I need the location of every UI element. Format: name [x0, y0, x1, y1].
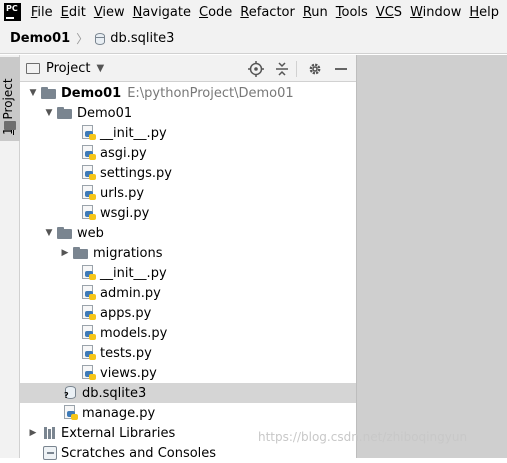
tree-node-label: models.py: [100, 325, 168, 341]
python-file-icon: [82, 125, 96, 141]
tree-node-file[interactable]: models.py: [20, 323, 356, 343]
tree-node-label: __init__.py: [100, 125, 167, 141]
folder-icon: [73, 247, 88, 259]
project-panel: Project ▼ ▼ Demo01 E:\pythonProject\Demo…: [20, 55, 356, 461]
menu-vcs[interactable]: VCS: [376, 5, 409, 20]
tree-node-scratches[interactable]: Scratches and Consoles: [20, 443, 356, 463]
menu-help[interactable]: Help: [469, 5, 506, 20]
tree-node-label: db.sqlite3: [82, 385, 147, 401]
breadcrumb: Demo01 〉 db.sqlite3: [0, 24, 507, 54]
project-path: E:\pythonProject\Demo01: [127, 85, 294, 101]
python-file-icon: [64, 405, 78, 421]
library-icon: [43, 427, 57, 439]
chevron-right-icon[interactable]: ▶: [27, 428, 39, 438]
tree-node-label: External Libraries: [61, 425, 176, 441]
tree-node-file[interactable]: __init__.py: [20, 263, 356, 283]
menu-bar: PC File Edit View Navigate Code Refactor…: [0, 0, 507, 24]
gear-icon[interactable]: [307, 61, 323, 77]
database-icon: [94, 32, 106, 46]
minimize-icon[interactable]: [333, 61, 349, 77]
tree-node-db-file[interactable]: ? db.sqlite3: [20, 383, 356, 403]
tree-node-migrations[interactable]: ▶ migrations: [20, 243, 356, 263]
tree-node-label: settings.py: [100, 165, 172, 181]
folder-icon: [57, 227, 72, 239]
menu-edit[interactable]: Edit: [61, 5, 93, 20]
menu-tools[interactable]: Tools: [336, 5, 375, 20]
tree-node-file[interactable]: asgi.py: [20, 143, 356, 163]
python-file-icon: [82, 305, 96, 321]
target-icon[interactable]: [248, 61, 264, 77]
chevron-down-icon[interactable]: ▼: [43, 228, 55, 238]
breadcrumb-separator: 〉: [76, 32, 89, 46]
chevron-down-icon[interactable]: ▼: [43, 108, 55, 118]
python-file-icon: [82, 265, 96, 281]
tree-node-label: tests.py: [100, 345, 152, 361]
folder-icon: [41, 87, 56, 99]
tree-node-label: admin.py: [100, 285, 161, 301]
breadcrumb-project[interactable]: Demo01: [10, 31, 70, 46]
project-view-selector[interactable]: Project: [46, 61, 90, 76]
tree-node-file[interactable]: settings.py: [20, 163, 356, 183]
menu-view[interactable]: View: [94, 5, 132, 20]
tree-node-label: views.py: [100, 365, 157, 381]
tree-node-root[interactable]: ▼ Demo01 E:\pythonProject\Demo01: [20, 83, 356, 103]
menu-run[interactable]: Run: [303, 5, 335, 20]
menu-window[interactable]: Window: [410, 5, 468, 20]
chevron-down-icon[interactable]: ▼: [27, 88, 39, 98]
tree-node-file[interactable]: tests.py: [20, 343, 356, 363]
python-file-icon: [82, 145, 96, 161]
chevron-down-icon[interactable]: ▼: [96, 63, 104, 74]
tree-node-label: wsgi.py: [100, 205, 150, 221]
breadcrumb-file[interactable]: db.sqlite3: [110, 31, 174, 46]
tree-node-file[interactable]: apps.py: [20, 303, 356, 323]
tree-node-file[interactable]: admin.py: [20, 283, 356, 303]
menu-navigate[interactable]: Navigate: [133, 5, 198, 20]
python-file-icon: [82, 205, 96, 221]
menu-code[interactable]: Code: [199, 5, 239, 20]
tree-node-label: web: [77, 225, 104, 241]
menu-file[interactable]: File: [31, 5, 60, 20]
python-file-icon: [82, 165, 96, 181]
watermark: https://blog.csdn.net/zhiboqingyun: [258, 430, 468, 444]
collapse-all-icon[interactable]: [274, 61, 290, 77]
header-divider: [296, 61, 297, 77]
python-file-icon: [82, 285, 96, 301]
tree-node-label: apps.py: [100, 305, 152, 321]
tree-node-file[interactable]: __init__.py: [20, 123, 356, 143]
menu-refactor[interactable]: Refactor: [240, 5, 302, 20]
folder-icon: [57, 107, 72, 119]
folder-icon: [26, 62, 40, 74]
tree-node-file[interactable]: views.py: [20, 363, 356, 383]
folder-icon: [4, 121, 16, 130]
tree-node-label: __init__.py: [100, 265, 167, 281]
project-panel-header: Project ▼: [20, 55, 356, 82]
tool-window-strip: 1: Project: [0, 55, 20, 458]
pycharm-logo-icon[interactable]: PC: [4, 3, 21, 21]
python-file-icon: [82, 325, 96, 341]
tree-node-web-package[interactable]: ▼ web: [20, 223, 356, 243]
tree-node-label: asgi.py: [100, 145, 147, 161]
tree-node-file[interactable]: wsgi.py: [20, 203, 356, 223]
python-file-icon: [82, 345, 96, 361]
tree-node-label: Scratches and Consoles: [61, 445, 217, 461]
editor-area: [356, 55, 507, 458]
chevron-right-icon[interactable]: ▶: [59, 248, 71, 258]
tree-node-label: Demo01: [77, 105, 133, 121]
tree-node-label: migrations: [93, 245, 163, 261]
tree-node-label: Demo01: [61, 85, 122, 101]
tree-node-file[interactable]: manage.py: [20, 403, 356, 423]
python-file-icon: [82, 365, 96, 381]
tree-node-label: urls.py: [100, 185, 145, 201]
python-file-icon: [82, 185, 96, 201]
tree-node-demo01-package[interactable]: ▼ Demo01: [20, 103, 356, 123]
tree-node-label: manage.py: [82, 405, 156, 421]
project-tool-tab[interactable]: 1: Project: [0, 57, 20, 141]
database-file-icon: ?: [64, 385, 78, 401]
tree-node-file[interactable]: urls.py: [20, 183, 356, 203]
